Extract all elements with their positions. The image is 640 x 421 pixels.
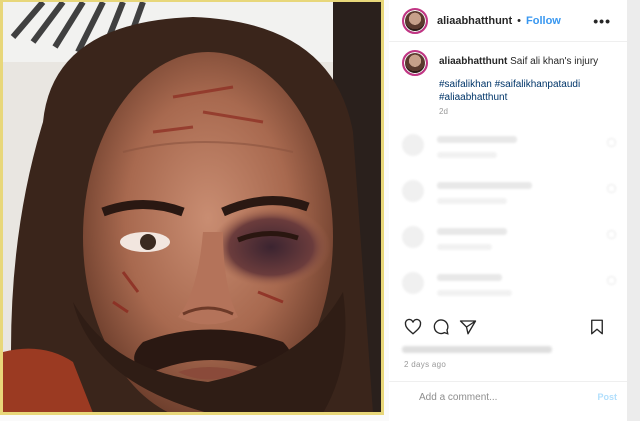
share-icon[interactable] xyxy=(459,318,477,336)
post-header: aliaabhatthunt • Follow ••• xyxy=(389,0,627,42)
avatar xyxy=(402,272,424,294)
hashtag-link[interactable]: #saifalikhan xyxy=(439,79,492,90)
comment-input[interactable]: Add a comment... xyxy=(419,392,497,403)
comment-icon[interactable] xyxy=(432,318,450,336)
heart-icon xyxy=(607,230,616,239)
separator-dot: • xyxy=(517,14,522,27)
heart-icon xyxy=(607,138,616,147)
heart-icon xyxy=(607,276,616,285)
add-comment-bar: Add a comment... Post xyxy=(389,381,627,413)
header-username[interactable]: aliaabhatthunt xyxy=(437,15,512,27)
list-item xyxy=(402,176,622,222)
comment-line xyxy=(437,182,532,189)
post-timestamp: 2 days ago xyxy=(404,360,447,369)
likes-summary xyxy=(402,346,552,353)
scrollbar[interactable] xyxy=(627,0,640,421)
post-button[interactable]: Post xyxy=(597,392,617,402)
avatar[interactable] xyxy=(402,7,428,34)
heart-icon[interactable] xyxy=(404,318,422,336)
screenshot-frame: aliaabhatthunt • Follow ••• aliaabhatthu… xyxy=(0,0,640,421)
list-item xyxy=(402,130,622,176)
list-item xyxy=(402,222,622,268)
more-options-icon[interactable]: ••• xyxy=(593,13,611,29)
bookmark-icon[interactable] xyxy=(588,318,606,336)
comment-meta xyxy=(437,290,512,296)
caption-avatar[interactable] xyxy=(402,50,428,76)
hashtag-link[interactable]: #aliaabhatthunt xyxy=(439,92,507,103)
comment-meta xyxy=(437,152,497,158)
avatar xyxy=(402,180,424,202)
comment-line xyxy=(437,136,517,143)
heart-icon xyxy=(607,184,616,193)
injured-face-photo xyxy=(3,2,381,412)
caption-username[interactable]: aliaabhatthunt xyxy=(439,56,507,67)
hashtag-list: #saifalikhan #saifalikhanpataudi #aliaab… xyxy=(439,78,629,104)
caption-body: Saif ali khan's injury xyxy=(510,56,599,67)
comment-line xyxy=(437,228,507,235)
post-side-panel: aliaabhatthunt • Follow ••• aliaabhatthu… xyxy=(389,0,640,421)
hashtag-link[interactable]: #saifalikhanpataudi xyxy=(495,79,581,90)
caption-age: 2d xyxy=(439,107,448,116)
action-bar xyxy=(404,318,614,338)
post-photo[interactable] xyxy=(0,0,384,415)
follow-button[interactable]: Follow xyxy=(526,15,561,27)
list-item xyxy=(402,268,622,314)
caption-text: aliaabhatthunt Saif ali khan's injury xyxy=(439,55,629,69)
comment-list xyxy=(402,130,622,314)
comment-line xyxy=(437,274,502,281)
avatar xyxy=(402,134,424,156)
comment-meta xyxy=(437,198,507,204)
avatar xyxy=(402,226,424,248)
comment-meta xyxy=(437,244,492,250)
